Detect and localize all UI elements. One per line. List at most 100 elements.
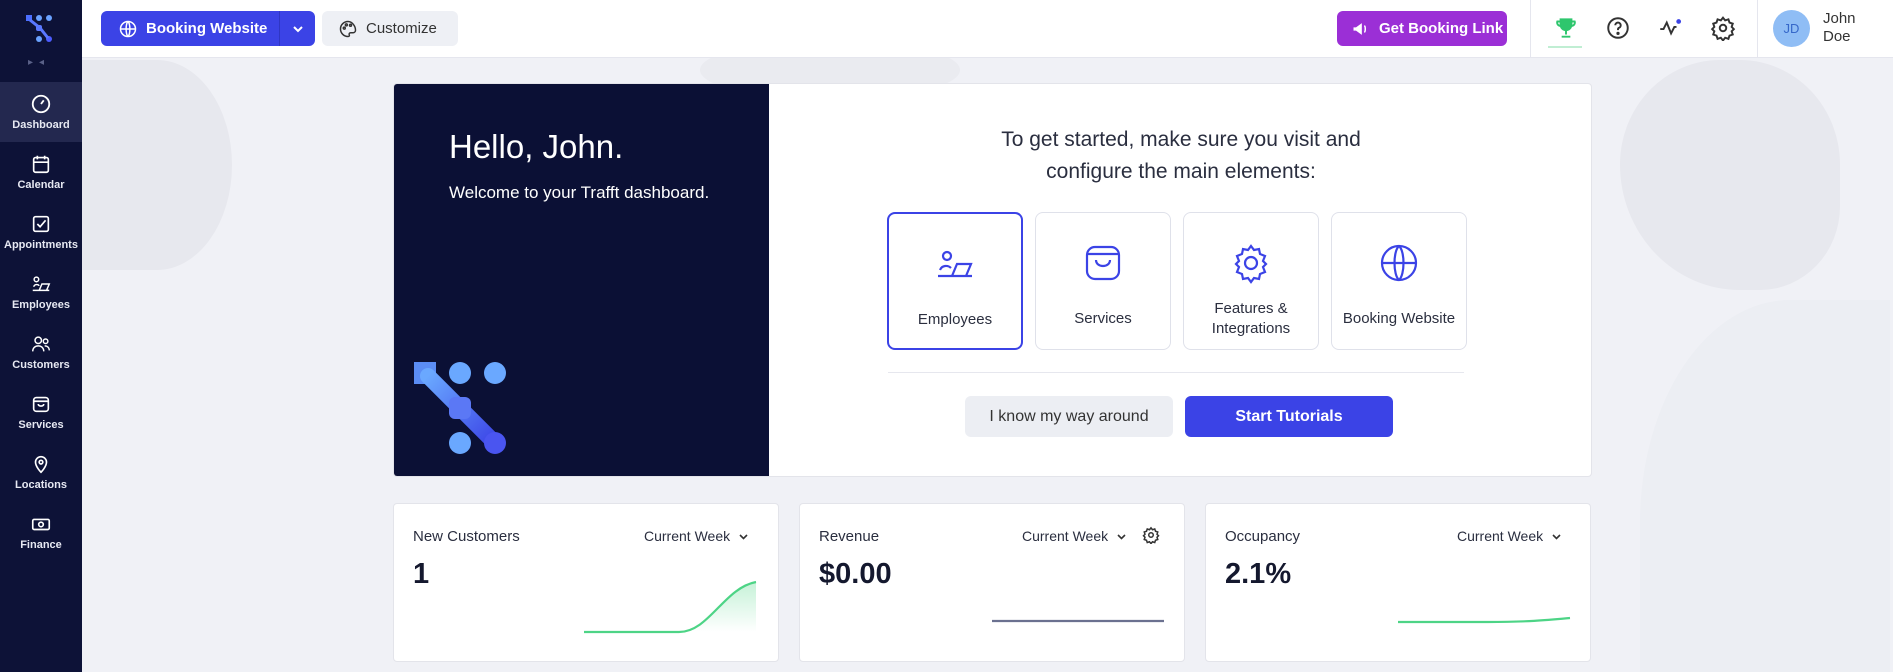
employee-laptop-icon (938, 250, 973, 278)
top-bar: Booking Website Customize Get Booking Li… (82, 0, 1893, 58)
welcome-card: Hello, John. Welcome to your Trafft dash… (393, 83, 1592, 477)
trophy-icon (1556, 18, 1576, 38)
settings-icon (1710, 16, 1736, 41)
collapse-sidebar-icon[interactable]: ▸◂ (28, 57, 50, 68)
background-shape (1620, 60, 1840, 290)
users-icon (32, 336, 50, 352)
sidebar-item-customers[interactable]: Customers (0, 322, 82, 382)
palette-icon (339, 20, 357, 37)
customize-label: Customize (366, 20, 437, 37)
tile-services[interactable]: Services (1035, 212, 1171, 350)
trafft-logo-icon (414, 362, 506, 454)
background-shape (82, 60, 232, 270)
tile-label: Services (1074, 310, 1132, 327)
gear-icon (1234, 244, 1268, 284)
checkbox-icon (32, 215, 50, 233)
intro-text: To get started, make sure you visit and … (1001, 128, 1361, 183)
settings-button[interactable] (1708, 13, 1738, 43)
greeting-subtitle: Welcome to your Trafft dashboard. (449, 183, 710, 202)
get-booking-link-button[interactable]: Get Booking Link (1337, 11, 1507, 46)
stat-title: Occupancy (1225, 528, 1301, 545)
sidebar-item-label: Calendar (17, 179, 65, 191)
sidebar-item-label: Employees (11, 299, 71, 311)
tile-employees[interactable]: Employees (887, 212, 1023, 350)
tile-label: Employees (917, 311, 993, 328)
period-select[interactable]: Current Week (644, 528, 749, 544)
chevron-down-icon (292, 25, 303, 32)
trafft-logo-icon[interactable] (24, 12, 58, 46)
period-label: Current Week (1022, 528, 1109, 544)
sidebar-item-dashboard[interactable]: Dashboard (0, 82, 82, 142)
stat-value: 1 (413, 558, 430, 590)
customize-button[interactable]: Customize (322, 11, 458, 46)
chevron-down-icon (739, 533, 748, 540)
chevron-down-icon (1117, 533, 1126, 540)
divider (1530, 0, 1531, 58)
sparkline (992, 619, 1164, 623)
employee-laptop-icon (32, 276, 51, 292)
tile-label: Features & Integrations (1211, 300, 1291, 337)
period-select[interactable]: Current Week (1457, 528, 1562, 544)
sparkline (584, 580, 757, 634)
getting-started-text: To get started, make sure you visit and … (769, 124, 1591, 188)
period-label: Current Week (1457, 528, 1544, 544)
sidebar-item-calendar[interactable]: Calendar (0, 142, 82, 202)
megaphone-icon (1353, 22, 1367, 35)
sidebar-item-employees[interactable]: Employees (0, 262, 82, 322)
sidebar: ▸◂ Dashboard Calendar Appointments Emplo… (0, 0, 82, 672)
divider (1757, 0, 1758, 58)
period-label: Current Week (644, 528, 731, 544)
booking-website-dropdown[interactable] (279, 11, 315, 46)
welcome-panel: Hello, John. Welcome to your Trafft dash… (394, 84, 769, 476)
user-name[interactable]: John Doe (1823, 10, 1883, 46)
sidebar-item-finance[interactable]: Finance (0, 502, 82, 562)
sidebar-item-label: Finance (20, 539, 62, 551)
tile-booking-website[interactable]: Booking Website (1331, 212, 1467, 350)
sidebar-item-label: Customers (12, 359, 70, 371)
help-icon (1607, 17, 1629, 39)
stat-card-revenue: Revenue Current Week $0.00 (799, 503, 1185, 662)
banknote-icon (31, 518, 51, 531)
active-indicator (1548, 46, 1582, 48)
activity-icon (1660, 19, 1682, 36)
sidebar-item-locations[interactable]: Locations (0, 442, 82, 502)
skip-tutorial-button[interactable]: I know my way around (965, 396, 1173, 437)
globe-icon (1380, 244, 1418, 282)
shopping-bag-icon (1085, 245, 1121, 281)
period-select[interactable]: Current Week (1022, 528, 1127, 544)
sidebar-item-label: Services (18, 419, 64, 431)
booking-website-label: Booking Website (146, 20, 268, 37)
shopping-bag-icon (32, 396, 50, 413)
calendar-icon (32, 155, 50, 174)
gear-icon[interactable] (1142, 526, 1160, 544)
tile-features-integrations[interactable]: Features & Integrations (1183, 212, 1319, 350)
globe-icon (119, 20, 137, 37)
background-shape (1640, 300, 1890, 672)
trophy-button[interactable] (1551, 13, 1581, 43)
avatar-initials: JD (1783, 21, 1800, 36)
map-pin-icon (34, 455, 48, 474)
gauge-icon (31, 94, 51, 114)
sidebar-item-label: Dashboard (12, 119, 70, 131)
avatar[interactable]: JD (1773, 10, 1810, 47)
sidebar-item-appointments[interactable]: Appointments (0, 202, 82, 262)
stat-value: 2.1% (1225, 558, 1292, 590)
stat-value: $0.00 (819, 558, 892, 590)
sparkline (1398, 616, 1571, 624)
stat-title: New Customers (413, 528, 520, 545)
chevron-down-icon (1552, 533, 1561, 540)
stat-title: Revenue (819, 528, 880, 545)
get-booking-link-label: Get Booking Link (1379, 20, 1504, 37)
sidebar-item-label: Appointments (4, 239, 78, 251)
sidebar-item-services[interactable]: Services (0, 382, 82, 442)
help-button[interactable] (1603, 13, 1633, 43)
sidebar-item-label: Locations (15, 479, 67, 491)
start-tutorials-button[interactable]: Start Tutorials (1185, 396, 1393, 437)
stat-card-new-customers: New Customers Current Week 1 (393, 503, 779, 662)
tile-label: Booking Website (1342, 310, 1456, 327)
stat-card-occupancy: Occupancy Current Week 2.1% (1205, 503, 1591, 662)
activity-button[interactable] (1655, 13, 1685, 43)
greeting-title: Hello, John. (449, 128, 624, 165)
booking-website-button[interactable]: Booking Website (101, 11, 315, 46)
divider (888, 372, 1464, 373)
